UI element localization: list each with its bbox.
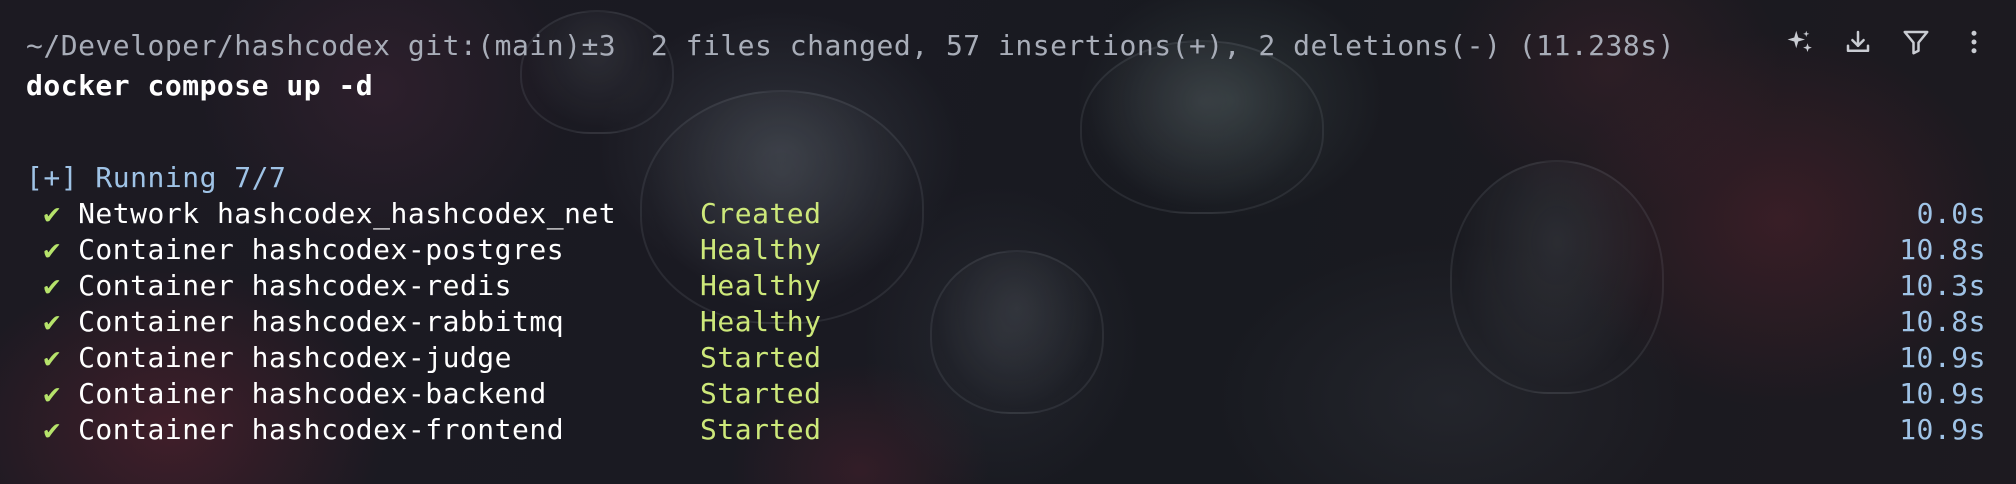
duration: 10.8s: [1899, 305, 1986, 338]
status-text: Healthy: [700, 233, 822, 266]
sparkle-icon: [1787, 30, 1812, 52]
duration: 10.9s: [1899, 377, 1986, 410]
check-icon: ✔: [43, 233, 61, 266]
output-row: ✔ Container hashcodex-judge Started: [26, 340, 821, 376]
check-icon: ✔: [43, 413, 61, 446]
duration: 10.9s: [1899, 341, 1986, 374]
status-text: Started: [700, 377, 822, 410]
check-icon: ✔: [43, 377, 61, 410]
duration: 10.8s: [1899, 233, 1986, 266]
check-icon: ✔: [43, 197, 61, 230]
output-row: ✔ Container hashcodex-redis Healthy: [26, 268, 821, 304]
command-line: docker compose up -d: [26, 69, 374, 102]
terminal-window: ~/Developer/hashcodex git:(main)±3 2 fil…: [0, 0, 2016, 484]
resource-name: Network hashcodex_hashcodex_net: [78, 197, 617, 230]
check-icon: ✔: [43, 269, 61, 302]
duration: 10.3s: [1899, 269, 1986, 302]
status-text: Created: [700, 197, 822, 230]
resource-name: Container hashcodex-backend: [78, 377, 547, 410]
status-text: Healthy: [700, 305, 822, 338]
check-icon: ✔: [43, 341, 61, 374]
background-jellyfish: [930, 250, 1104, 414]
download-button[interactable]: [1838, 22, 1878, 62]
duration: 0.0s: [1916, 197, 1986, 230]
resource-name: Container hashcodex-postgres: [78, 233, 565, 266]
filter-icon: [1903, 30, 1929, 55]
status-text: Started: [700, 341, 822, 374]
resource-name: Container hashcodex-judge: [78, 341, 513, 374]
status-text: Started: [700, 413, 822, 446]
block-toolbar: [1780, 22, 1994, 62]
output-row: ✔ Container hashcodex-rabbitmq Healthy: [26, 304, 821, 340]
download-icon: [1846, 30, 1870, 52]
prompt-line: ~/Developer/hashcodex git:(main)±3 2 fil…: [26, 29, 1675, 62]
more-options-button[interactable]: [1954, 22, 1994, 62]
check-icon: ✔: [43, 305, 61, 338]
ai-assist-button[interactable]: [1780, 22, 1820, 62]
duration: 10.9s: [1899, 413, 1986, 446]
output-row: ✔ Container hashcodex-backend Started: [26, 376, 821, 412]
running-status: [+] Running 7/7: [26, 161, 287, 194]
more-vertical-icon: [1971, 30, 1977, 54]
output-row: ✔ Container hashcodex-postgres Healthy: [26, 232, 821, 268]
output-row: ✔ Network hashcodex_hashcodex_net Created: [26, 196, 821, 232]
resource-name: Container hashcodex-rabbitmq: [78, 305, 565, 338]
filter-button[interactable]: [1896, 22, 1936, 62]
background-jellyfish: [1450, 160, 1664, 394]
resource-name: Container hashcodex-frontend: [78, 413, 565, 446]
status-text: Healthy: [700, 269, 822, 302]
output-row: ✔ Container hashcodex-frontend Started: [26, 412, 821, 448]
resource-name: Container hashcodex-redis: [78, 269, 513, 302]
background-jellyfish: [1080, 40, 1324, 214]
